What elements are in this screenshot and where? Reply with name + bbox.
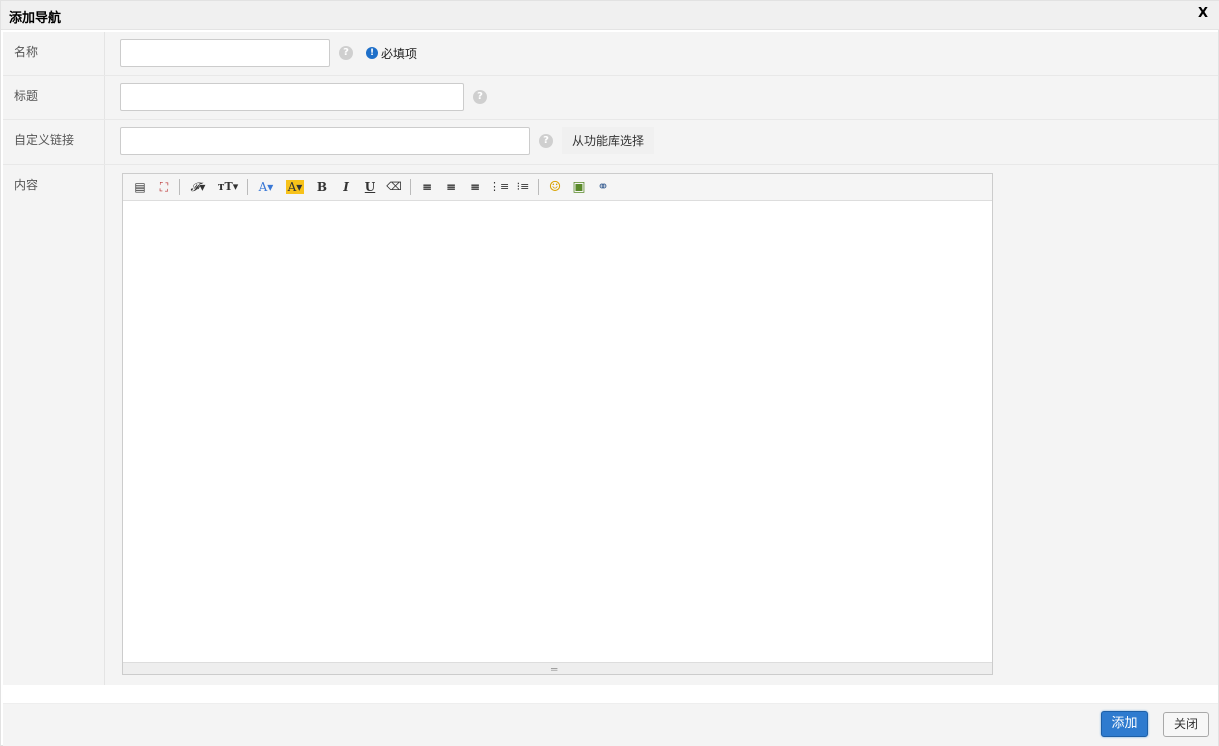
editor-content-area[interactable] [123, 201, 992, 662]
close-icon[interactable]: X [1198, 6, 1208, 21]
name-input[interactable] [120, 39, 330, 67]
select-from-library-button[interactable]: 从功能库选择 [562, 127, 655, 154]
help-icon[interactable]: ? [539, 134, 553, 148]
close-button[interactable]: 关闭 [1163, 712, 1209, 737]
bold-icon[interactable]: B [312, 178, 332, 196]
title-row: 标题 ? [3, 76, 1218, 120]
toolbar-separator [410, 179, 411, 195]
title-input[interactable] [120, 83, 464, 111]
emoticon-icon[interactable]: ☺ [545, 178, 565, 196]
editor-toolbar: ▤ ⛶ 𝓕▾ ᴛT▾ A▾ A▾ B I U ⌫ ≡ ≡ ≡ ⋮≡ ⁝≡ ☺ ▣… [123, 174, 992, 201]
custom-link-label: 自定义链接 [14, 133, 75, 147]
custom-link-row: 自定义链接 ? 从功能库选择 [3, 120, 1218, 165]
toolbar-separator [179, 179, 180, 195]
custom-link-input[interactable] [120, 127, 530, 155]
image-icon[interactable]: ▣ [569, 178, 589, 196]
help-icon[interactable]: ? [339, 46, 353, 60]
title-label: 标题 [14, 89, 39, 103]
align-center-icon[interactable]: ≡ [441, 178, 461, 196]
name-field-cell: ? ! 必填项 [106, 32, 1218, 75]
add-button[interactable]: 添加 [1101, 711, 1148, 737]
toolbar-separator [538, 179, 539, 195]
dialog-footer: 添加 关闭 [3, 703, 1218, 746]
name-row: 名称 ? ! 必填项 [3, 32, 1218, 76]
highlight-color-icon[interactable]: A▾ [284, 178, 306, 196]
content-row: 内容 ▤ ⛶ 𝓕▾ ᴛT▾ A▾ A▾ B I U ⌫ ≡ ≡ ≡ ⋮≡ ⁝≡ … [3, 165, 1218, 685]
font-color-icon[interactable]: A▾ [255, 178, 277, 196]
fullscreen-icon[interactable]: ⛶ [154, 178, 174, 196]
editor-resize-bar[interactable]: ═ [123, 662, 992, 674]
rich-text-editor: ▤ ⛶ 𝓕▾ ᴛT▾ A▾ A▾ B I U ⌫ ≡ ≡ ≡ ⋮≡ ⁝≡ ☺ ▣… [122, 173, 993, 675]
dialog-header: 添加导航 X [1, 1, 1219, 30]
italic-icon[interactable]: I [336, 178, 356, 196]
title-field-cell: ? [106, 76, 1218, 119]
required-text: 必填项 [381, 47, 418, 61]
resize-handle-icon[interactable]: ═ [551, 664, 557, 674]
font-family-icon[interactable]: 𝓕▾ [187, 178, 209, 196]
font-size-icon[interactable]: ᴛT▾ [216, 178, 240, 196]
help-icon[interactable]: ? [473, 90, 487, 104]
name-label: 名称 [14, 45, 39, 59]
source-icon[interactable]: ▤ [130, 178, 150, 196]
custom-link-field-cell: ? 从功能库选择 [106, 120, 1218, 164]
content-field-cell: ▤ ⛶ 𝓕▾ ᴛT▾ A▾ A▾ B I U ⌫ ≡ ≡ ≡ ⋮≡ ⁝≡ ☺ ▣… [106, 165, 1218, 685]
ordered-list-icon[interactable]: ⋮≡ [489, 178, 509, 196]
link-icon[interactable]: ⚭ [593, 178, 613, 196]
align-right-icon[interactable]: ≡ [465, 178, 485, 196]
custom-link-label-cell: 自定义链接 [3, 120, 105, 164]
align-left-icon[interactable]: ≡ [417, 178, 437, 196]
navigation-form: 名称 ? ! 必填项 标题 ? 自定义链接 ? 从功能库选择 内容 ▤ ⛶ 𝓕▾… [3, 32, 1218, 685]
content-label: 内容 [14, 178, 39, 192]
highlight-color-glyph: A▾ [285, 180, 305, 194]
underline-icon[interactable]: U [360, 178, 380, 196]
toolbar-separator [247, 179, 248, 195]
eraser-icon[interactable]: ⌫ [384, 178, 404, 196]
unordered-list-icon[interactable]: ⁝≡ [513, 178, 533, 196]
required-icon: ! [366, 47, 378, 59]
title-label-cell: 标题 [3, 76, 105, 119]
dialog-title: 添加导航 [9, 11, 62, 26]
add-navigation-dialog: 添加导航 X 名称 ? ! 必填项 标题 ? 自定义链接 ? 从功能库选择 内容… [0, 0, 1219, 746]
name-label-cell: 名称 [3, 32, 105, 75]
content-label-cell: 内容 [3, 165, 105, 685]
